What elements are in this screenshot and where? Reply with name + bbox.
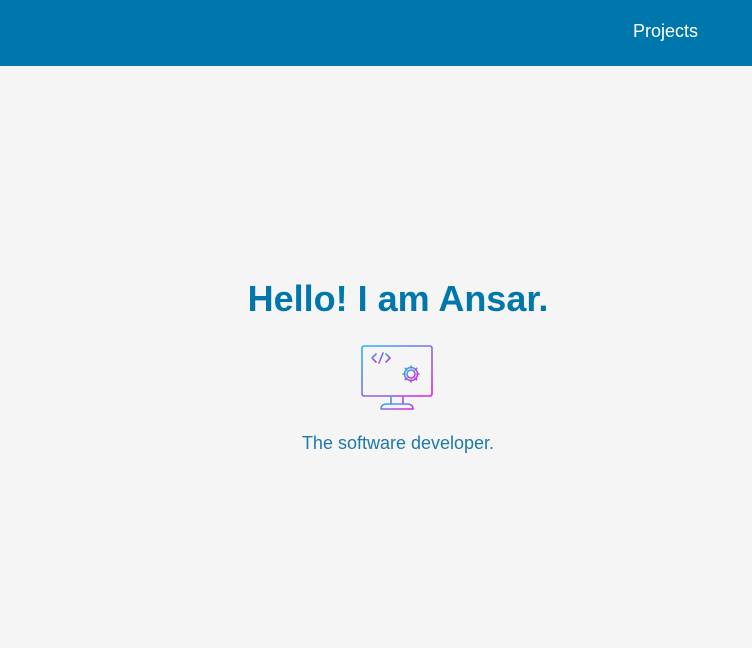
computer-code-settings-icon: [361, 345, 433, 410]
hero-section: Hello! I am Ansar. The software develope…: [0, 66, 752, 648]
hero-subtitle: The software developer.: [301, 433, 495, 453]
navbar: Projects: [0, 0, 752, 66]
hero-title: Hello! I am Ansar.: [247, 278, 549, 319]
nav-link-projects[interactable]: Projects: [633, 20, 698, 42]
